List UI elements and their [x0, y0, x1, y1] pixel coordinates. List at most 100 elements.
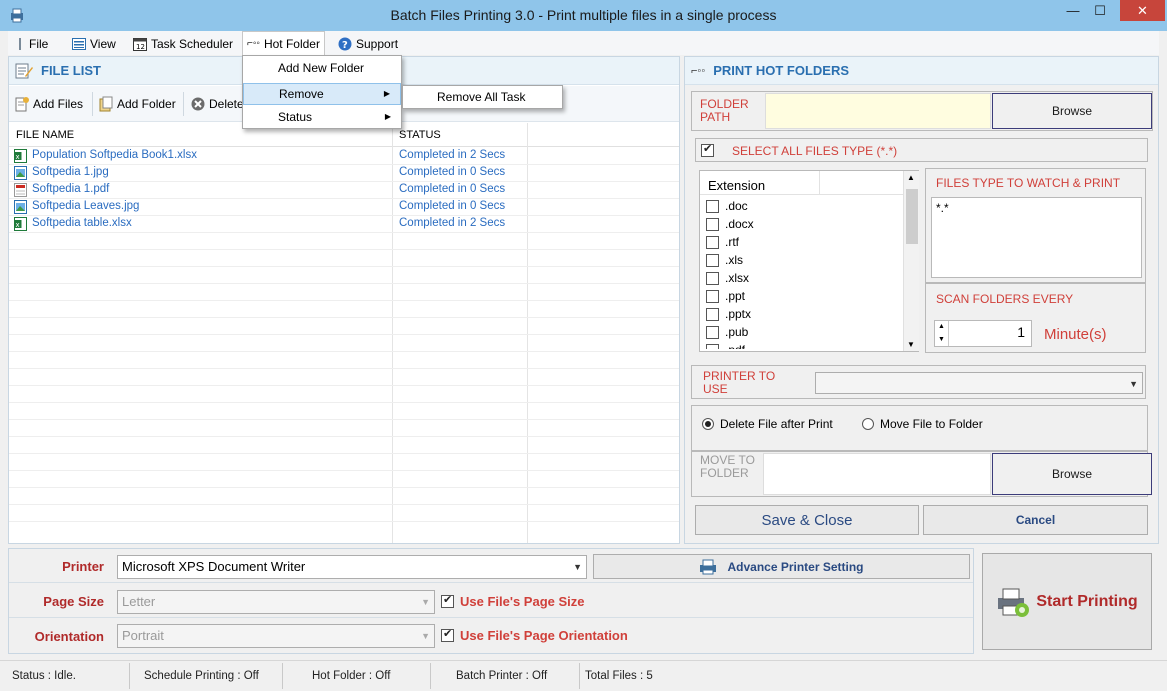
- use-orientation-checkbox[interactable]: [441, 627, 454, 642]
- cancel-button[interactable]: Cancel: [923, 505, 1148, 535]
- extension-item[interactable]: .pdf: [706, 341, 745, 349]
- stepper-up-icon[interactable]: ▲: [935, 321, 949, 333]
- advance-printer-setting-button[interactable]: Advance Printer Setting: [593, 554, 970, 579]
- menu-add-new-folder[interactable]: Add New Folder: [243, 57, 401, 79]
- files-type-label: FILES TYPE TO WATCH & PRINT: [936, 176, 1121, 190]
- menu-remove-all-task[interactable]: Remove All Task: [437, 90, 525, 104]
- start-printing-button[interactable]: Start Printing: [982, 553, 1152, 650]
- table-row[interactable]: Softpedia Leaves.jpg Completed in 0 Secs: [9, 199, 679, 216]
- folder-path-browse-button[interactable]: Browse: [992, 93, 1152, 129]
- extension-rows: .doc .docx .rtf .xls .xlsx .ppt .pptx .pub .pdf: [700, 171, 903, 349]
- stepper-down-icon[interactable]: ▼: [935, 333, 949, 346]
- select-all-checkbox[interactable]: [701, 142, 714, 157]
- table-row[interactable]: Softpedia 1.jpg Completed in 0 Secs: [9, 165, 679, 182]
- table-row: [9, 386, 679, 403]
- scan-interval-stepper[interactable]: ▲ ▼ 1: [934, 320, 1032, 347]
- column-file-name[interactable]: FILE NAME: [16, 129, 74, 141]
- title-bar: Batch Files Printing 3.0 - Print multipl…: [0, 0, 1167, 31]
- hot-folder-dropdown: Add New Folder Remove ▶ Status ▶: [242, 55, 402, 129]
- page-size-label: Page Size: [43, 594, 104, 609]
- menu-file[interactable]: File: [16, 34, 48, 53]
- files-type-input[interactable]: *.*: [931, 197, 1142, 278]
- extension-checkbox[interactable]: [706, 325, 719, 339]
- extension-item[interactable]: .pub: [706, 323, 748, 341]
- menu-view-label: View: [90, 36, 116, 51]
- table-row[interactable]: Softpedia 1.pdf Completed in 0 Secs: [9, 182, 679, 199]
- column-status[interactable]: STATUS: [399, 129, 441, 141]
- menu-view[interactable]: View: [72, 34, 116, 53]
- move-to-folder-label: Move File to Folder: [880, 417, 983, 431]
- extension-item[interactable]: .xls: [706, 251, 743, 269]
- table-row: [9, 352, 679, 369]
- extension-scrollbar[interactable]: ▲ ▼: [903, 171, 919, 351]
- table-row[interactable]: x Population Softpedia Book1.xlsx Complete…: [9, 148, 679, 165]
- menu-remove-label: Remove: [279, 87, 324, 101]
- extension-item[interactable]: .rtf: [706, 233, 739, 251]
- move-to-folder-option[interactable]: Move File to Folder: [862, 417, 983, 431]
- move-to-folder-input[interactable]: [763, 453, 991, 495]
- extension-checkbox[interactable]: [706, 199, 719, 213]
- menu-status[interactable]: Status ▶: [243, 106, 401, 128]
- extension-checkbox[interactable]: [706, 271, 719, 285]
- orientation-label: Orientation: [34, 629, 104, 644]
- extension-checkbox[interactable]: [706, 253, 719, 267]
- use-page-size-checkbox[interactable]: [441, 593, 454, 608]
- minimize-button[interactable]: —: [1060, 0, 1086, 21]
- extension-checkbox[interactable]: [706, 343, 719, 349]
- table-row: [9, 471, 679, 488]
- delete-icon: [191, 97, 205, 111]
- extension-item[interactable]: .xlsx: [706, 269, 749, 287]
- chevron-down-icon: ▼: [421, 631, 430, 641]
- menu-support[interactable]: ? Support: [338, 34, 398, 53]
- extension-item[interactable]: .pptx: [706, 305, 751, 323]
- grip-icon: [19, 37, 21, 50]
- maximize-button[interactable]: ☐: [1087, 0, 1113, 21]
- chevron-down-icon: ▼: [421, 597, 430, 607]
- table-row: [9, 233, 679, 250]
- printer-to-use-select[interactable]: ▼: [815, 372, 1143, 394]
- batch-printer-status: Batch Printer : Off: [456, 670, 548, 682]
- add-files-label: Add Files: [33, 97, 84, 111]
- save-close-button[interactable]: Save & Close: [695, 505, 919, 535]
- svg-text:x: x: [16, 221, 20, 229]
- page-size-select[interactable]: Letter ▼: [117, 590, 435, 614]
- extension-checkbox[interactable]: [706, 307, 719, 321]
- printer-icon: [700, 559, 717, 574]
- scroll-thumb[interactable]: [906, 189, 918, 244]
- add-files-button[interactable]: Add Files: [15, 94, 83, 114]
- menu-remove[interactable]: Remove ▶: [243, 83, 401, 105]
- extension-label: .xlsx: [725, 271, 749, 285]
- menu-hot-folder[interactable]: ⌐◦◦ Hot Folder: [242, 31, 325, 55]
- status-cell: Completed in 2 Secs: [399, 149, 506, 161]
- delete-button[interactable]: Delete: [191, 94, 244, 114]
- extension-checkbox[interactable]: [706, 289, 719, 303]
- table-row[interactable]: x Softpedia table.xlsx Completed in 2 Secs: [9, 216, 679, 233]
- radio-delete-after-print[interactable]: [702, 418, 714, 430]
- extension-checkbox[interactable]: [706, 235, 719, 249]
- remove-submenu: Remove All Task: [402, 85, 563, 109]
- scroll-up-icon[interactable]: ▲: [907, 173, 915, 182]
- extension-checkbox[interactable]: [706, 217, 719, 231]
- folder-path-input[interactable]: [765, 93, 991, 129]
- extension-item[interactable]: .ppt: [706, 287, 745, 305]
- move-folder-browse-button[interactable]: Browse: [992, 453, 1152, 495]
- delete-after-print-option[interactable]: Delete File after Print: [702, 417, 833, 431]
- status-cell: Completed in 0 Secs: [399, 183, 506, 195]
- menu-support-label: Support: [356, 36, 399, 51]
- status-separator: [282, 663, 283, 689]
- scan-folders-box: SCAN FOLDERS EVERY ▲ ▼ 1 Minute(s): [925, 283, 1146, 353]
- status-cell: Completed in 0 Secs: [399, 166, 506, 178]
- printer-row: Printer Microsoft XPS Document Writer ▼ …: [9, 549, 973, 583]
- extension-item[interactable]: .docx: [706, 215, 754, 233]
- close-button[interactable]: ✕: [1120, 0, 1165, 21]
- table-row: [9, 505, 679, 522]
- orientation-select[interactable]: Portrait ▼: [117, 624, 435, 648]
- use-page-size-label: Use File's Page Size: [460, 594, 585, 609]
- printer-select[interactable]: Microsoft XPS Document Writer ▼: [117, 555, 587, 579]
- menu-task-scheduler[interactable]: 12 Task Scheduler: [133, 34, 233, 53]
- scroll-down-icon[interactable]: ▼: [907, 340, 915, 349]
- add-folder-button[interactable]: Add Folder: [99, 94, 176, 114]
- extension-item[interactable]: .doc: [706, 197, 748, 215]
- file-name-cell: Softpedia table.xlsx: [32, 217, 132, 229]
- radio-move-to-folder[interactable]: [862, 418, 874, 430]
